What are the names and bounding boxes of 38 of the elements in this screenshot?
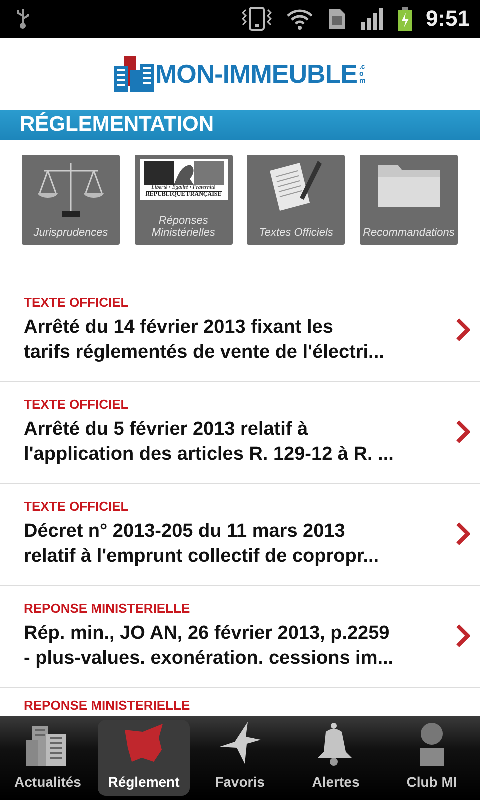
tab[interactable]: Favoris [194,720,286,796]
section-title: RÉGLEMENTATION [20,113,214,137]
person-icon [417,722,447,766]
category-tile[interactable]: Textes Officiels [247,155,346,245]
signal-icon [360,8,384,30]
chevron-right-icon [456,624,470,648]
tab[interactable]: Actualités [2,720,94,796]
category-label: TEXTE OFFICIEL [24,295,130,310]
chevron-right-icon [456,420,470,444]
regulation-list-item[interactable]: REPONSE MINISTERIELLE [0,689,480,714]
battery-charging-icon [398,7,412,31]
regulation-list-item[interactable]: TEXTE OFFICIEL Arrêté du 5 février 2013 relatif à l'application des articles R. 129-12 à R. ... [0,383,480,484]
regulation-list-item[interactable]: REPONSE MINISTERIELLE Rép. min., JO AN, 26 février 2013, p.2259 - plus-values. exonération. cessions im... [0,587,480,688]
tab[interactable]: Réglement [98,720,190,796]
regulation-list-item[interactable]: TEXTE OFFICIEL Arrêté du 14 février 2013 fixant les tarifs réglementés de vente de l'électri... [0,281,480,382]
usb-icon [16,8,30,30]
vibrate-icon [242,7,272,31]
category-tile[interactable]: Jurisprudences [22,155,120,245]
wifi-icon [286,8,314,30]
star-icon [218,722,262,766]
status-time: 9:51 [426,6,470,32]
logo-text: MON-IMMEUBLE [156,58,358,90]
buildings-logo-icon [114,56,154,92]
sim-card-icon [328,8,346,30]
category-label: REPONSE MINISTERIELLE [24,698,192,713]
category-label: REPONSE MINISTERIELLE [24,601,192,616]
item-title: Décret n° 2013-205 du 11 mars 2013 relatif à l'emprunt collectif de copropr... [24,520,380,569]
item-title: Rép. min., JO AN, 26 février 2013, p.2259 - plus-values. exonération. cessions im... [24,622,395,671]
category-label: TEXTE OFFICIEL [24,397,130,412]
item-title: Arrêté du 5 février 2013 relatif à l'application des articles R. 129-12 à R. ... [24,418,395,467]
category-tile[interactable]: Recommandations [360,155,458,245]
chevron-right-icon [456,318,470,342]
item-title: Arrêté du 14 février 2013 fixant les tarifs réglementés de vente de l'électri... [24,316,386,365]
chevron-right-icon [456,522,470,546]
category-label: TEXTE OFFICIEL [24,499,130,514]
tab[interactable]: Alertes [290,720,382,796]
tab[interactable]: Club MI [386,720,478,796]
regulation-list-item[interactable]: TEXTE OFFICIEL Décret n° 2013-205 du 11 mars 2013 relatif à l'emprunt collectif de copropr... [0,485,480,586]
